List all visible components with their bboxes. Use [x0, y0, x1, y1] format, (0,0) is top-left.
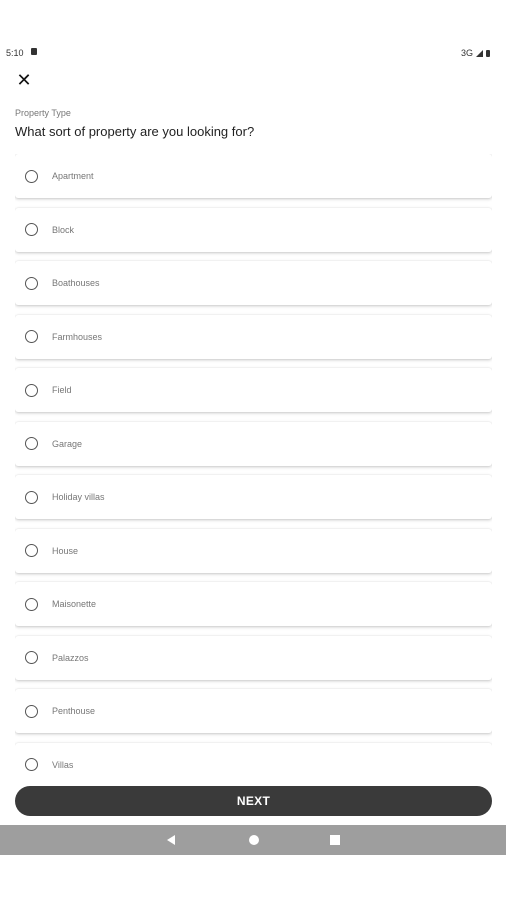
- radio-icon[interactable]: [25, 330, 38, 343]
- option-label: Farmhouses: [52, 331, 103, 342]
- page-question: What sort of property are you looking fo…: [15, 124, 255, 139]
- radio-icon[interactable]: [25, 758, 38, 771]
- option-garage[interactable]: Garage: [15, 421, 492, 466]
- radio-icon[interactable]: [25, 437, 38, 450]
- option-palazzos[interactable]: Palazzos: [15, 635, 492, 680]
- field-caption: Property Type: [15, 108, 71, 118]
- radio-icon[interactable]: [25, 223, 38, 236]
- radio-icon[interactable]: [25, 169, 38, 183]
- status-time: 5:10: [6, 48, 24, 58]
- screen: 5:10 3G ✕ Property Type What sort of pro…: [0, 0, 506, 900]
- option-label: Villas: [52, 759, 74, 770]
- option-label: House: [52, 545, 79, 556]
- option-maisonette[interactable]: Maisonette: [15, 582, 492, 626]
- option-label: Holiday villas: [52, 492, 105, 502]
- recent-apps-icon[interactable]: [330, 835, 340, 845]
- options-list: Apartment Block Boathouses Farmhouses Fi…: [15, 154, 492, 782]
- radio-icon[interactable]: [25, 651, 38, 664]
- option-label: Penthouse: [52, 706, 96, 716]
- option-label: Field: [52, 385, 72, 395]
- radio-icon[interactable]: [25, 544, 38, 557]
- back-icon[interactable]: [167, 835, 175, 845]
- next-button[interactable]: NEXT: [15, 786, 492, 816]
- option-farmhouses[interactable]: Farmhouses: [15, 314, 492, 359]
- radio-icon[interactable]: [25, 490, 38, 504]
- option-house[interactable]: House: [15, 528, 492, 573]
- status-icons: 3G: [461, 48, 490, 58]
- option-apartment[interactable]: Apartment: [15, 154, 492, 198]
- option-block[interactable]: Block: [15, 207, 492, 252]
- radio-icon[interactable]: [25, 383, 38, 397]
- option-label: Block: [52, 224, 75, 235]
- signal-icon: [476, 49, 483, 57]
- sd-card-icon: [31, 48, 37, 55]
- option-penthouse[interactable]: Penthouse: [15, 689, 492, 733]
- option-boathouses[interactable]: Boathouses: [15, 261, 492, 305]
- option-label: Garage: [52, 438, 83, 449]
- home-icon[interactable]: [249, 835, 259, 845]
- option-field[interactable]: Field: [15, 368, 492, 412]
- battery-icon: [486, 49, 490, 57]
- option-label: Maisonette: [52, 599, 97, 609]
- option-label: Apartment: [52, 171, 94, 181]
- radio-icon[interactable]: [25, 704, 38, 718]
- status-bar: 5:10 3G: [0, 44, 506, 62]
- close-icon[interactable]: ✕: [14, 70, 34, 90]
- option-villas[interactable]: Villas: [15, 742, 492, 782]
- system-nav-bar: [0, 825, 506, 855]
- network-type: 3G: [460, 48, 473, 58]
- radio-icon[interactable]: [25, 597, 38, 611]
- radio-icon[interactable]: [25, 276, 38, 290]
- option-label: Palazzos: [52, 652, 89, 663]
- option-holiday-villas[interactable]: Holiday villas: [15, 475, 492, 519]
- option-label: Boathouses: [52, 278, 100, 288]
